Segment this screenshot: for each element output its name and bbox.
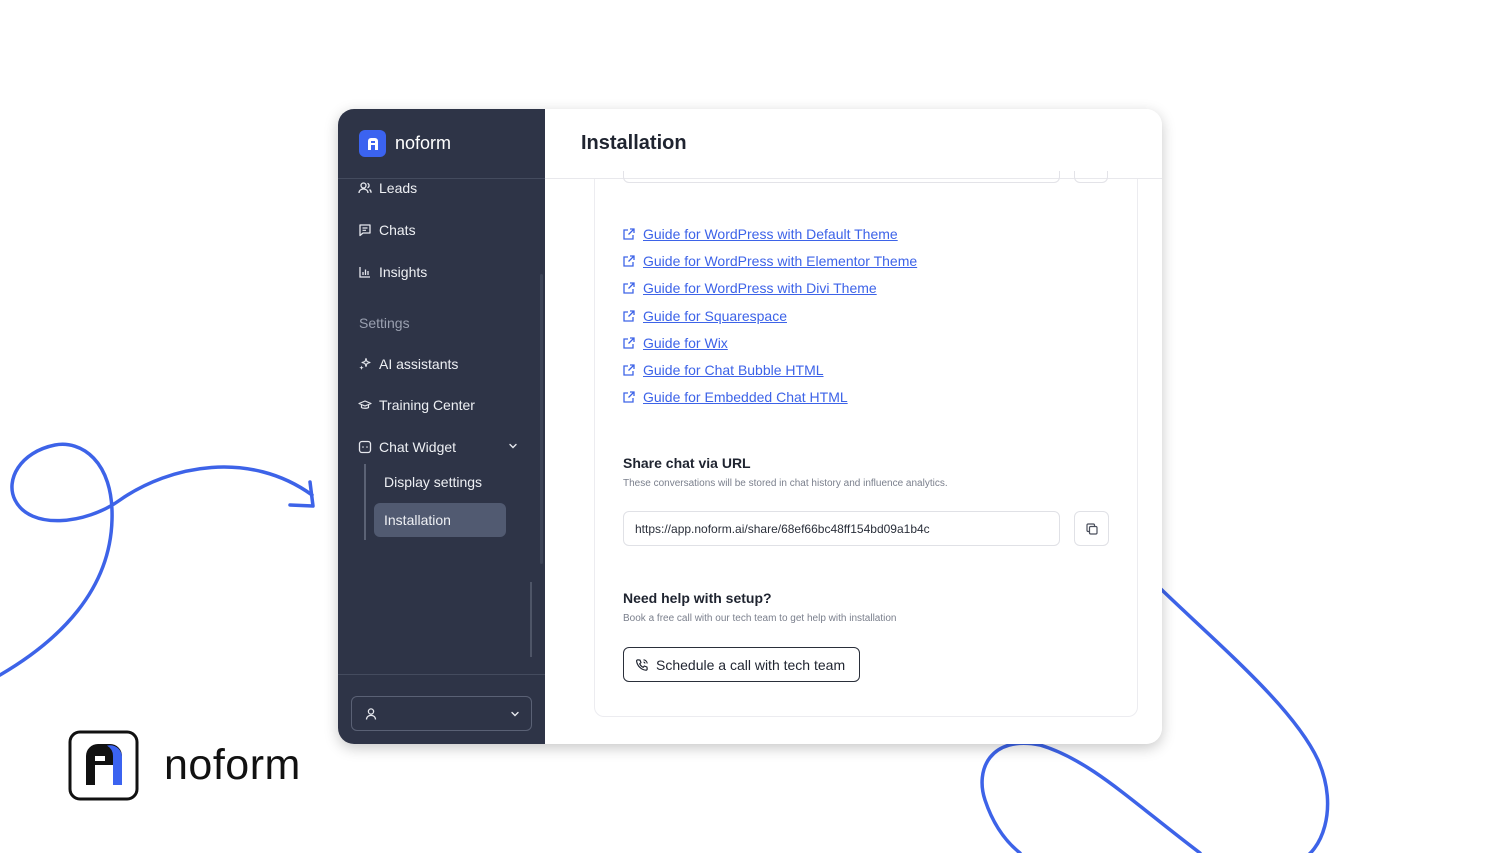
main-header: Installation xyxy=(545,109,1162,179)
sidebar-item-label: Chat Widget xyxy=(379,439,457,455)
guide-link-wordpress-default[interactable]: Guide for WordPress with Default Theme xyxy=(622,226,898,242)
guide-link-label: Guide for Squarespace xyxy=(643,308,787,324)
user-icon xyxy=(365,707,377,720)
external-link-icon xyxy=(623,282,635,294)
logo-text: noform xyxy=(395,133,452,153)
external-link-icon xyxy=(623,255,635,267)
sidebar-item-ai-assistants[interactable]: AI assistants xyxy=(358,356,458,372)
noform-logo-icon[interactable] xyxy=(359,130,386,157)
users-icon xyxy=(358,182,372,194)
sidebar-item-chat-widget[interactable]: Chat Widget xyxy=(358,439,456,455)
sidebar-subitem-installation[interactable]: Installation xyxy=(374,503,506,537)
guide-link-label: Guide for WordPress with Elementor Theme xyxy=(643,253,918,269)
sidebar-scrollbar[interactable] xyxy=(540,274,543,564)
copy-url-button[interactable] xyxy=(1074,511,1109,546)
sidebar-item-chats[interactable]: Chats xyxy=(358,222,416,238)
page-title: Installation xyxy=(581,132,687,154)
guide-link-wordpress-divi[interactable]: Guide for WordPress with Divi Theme xyxy=(622,280,877,296)
guide-link-embedded-chat-html[interactable]: Guide for Embedded Chat HTML xyxy=(622,389,848,405)
copy-button-partial[interactable] xyxy=(1074,171,1108,183)
external-link-icon xyxy=(623,310,635,322)
guide-link-label: Guide for WordPress with Default Theme xyxy=(643,226,898,242)
sidebar-item-label: Training Center xyxy=(379,397,475,413)
code-input-partial[interactable] xyxy=(623,171,1060,183)
guide-link-label: Guide for Chat Bubble HTML xyxy=(643,362,824,378)
left-curly-arrow xyxy=(0,442,314,677)
page: noform Leads Chats Insights Settings AI … xyxy=(0,0,1500,853)
sidebar-footer-divider xyxy=(338,674,545,675)
external-link-icon xyxy=(623,364,635,376)
guide-link-label: Guide for WordPress with Divi Theme xyxy=(643,280,877,296)
widget-icon xyxy=(358,440,372,454)
sidebar-item-insights[interactable]: Insights xyxy=(358,264,427,280)
help-subtitle: Book a free call with our tech team to g… xyxy=(623,613,897,624)
main-content: Installation Guide for WordPress with De… xyxy=(545,109,1162,744)
guide-link-label: Guide for Embedded Chat HTML xyxy=(643,389,848,405)
chat-icon xyxy=(359,224,371,237)
guide-link-squarespace[interactable]: Guide for Squarespace xyxy=(622,308,787,324)
share-url-title: Share chat via URL xyxy=(623,455,751,471)
sidebar-item-label: AI assistants xyxy=(379,356,459,372)
sidebar-item-label: Insights xyxy=(379,264,428,280)
left-arrow-head xyxy=(288,480,315,508)
guide-link-wix[interactable]: Guide for Wix xyxy=(622,335,728,351)
user-account-select[interactable] xyxy=(351,696,532,731)
sidebar-header: noform xyxy=(338,109,545,179)
guide-link-wordpress-elementor[interactable]: Guide for WordPress with Elementor Theme xyxy=(622,253,917,269)
brand-text: noform xyxy=(164,741,301,789)
share-url-subtitle: These conversations will be stored in ch… xyxy=(623,478,948,489)
app-window: noform Leads Chats Insights Settings AI … xyxy=(338,109,1162,744)
guide-link-label: Guide for Wix xyxy=(643,335,728,351)
sidebar-divider xyxy=(530,582,532,657)
schedule-call-button[interactable]: Schedule a call with tech team xyxy=(623,647,860,682)
sparkles-icon xyxy=(359,357,371,370)
sidebar-item-label: Chats xyxy=(379,222,416,238)
bar-chart-icon xyxy=(359,267,370,278)
share-url-field[interactable]: https://app.noform.ai/share/68ef66bc48ff… xyxy=(623,511,1060,546)
brand-logo: noform xyxy=(68,730,301,801)
sidebar-item-training-center[interactable]: Training Center xyxy=(358,397,475,413)
sidebar: noform Leads Chats Insights Settings AI … xyxy=(338,109,545,744)
chevron-down-icon[interactable] xyxy=(507,440,519,452)
settings-section-label: Settings xyxy=(359,315,410,331)
submenu-divider xyxy=(364,464,366,540)
schedule-call-label: Schedule a call with tech team xyxy=(656,656,846,673)
sidebar-item-label: Leads xyxy=(379,180,418,196)
sidebar-subitem-display-settings[interactable]: Display settings xyxy=(374,465,506,499)
chevron-down-icon xyxy=(511,711,519,716)
external-link-icon xyxy=(623,391,635,403)
guide-link-chat-bubble-html[interactable]: Guide for Chat Bubble HTML xyxy=(622,362,824,378)
help-title: Need help with setup? xyxy=(623,590,772,606)
noform-logo-icon xyxy=(68,730,139,801)
external-link-icon xyxy=(623,337,635,349)
copy-icon xyxy=(1085,522,1098,535)
external-link-icon xyxy=(623,228,635,240)
graduation-cap-icon xyxy=(358,400,372,409)
sidebar-item-leads[interactable]: Leads xyxy=(358,180,417,196)
phone-call-icon xyxy=(636,658,648,671)
